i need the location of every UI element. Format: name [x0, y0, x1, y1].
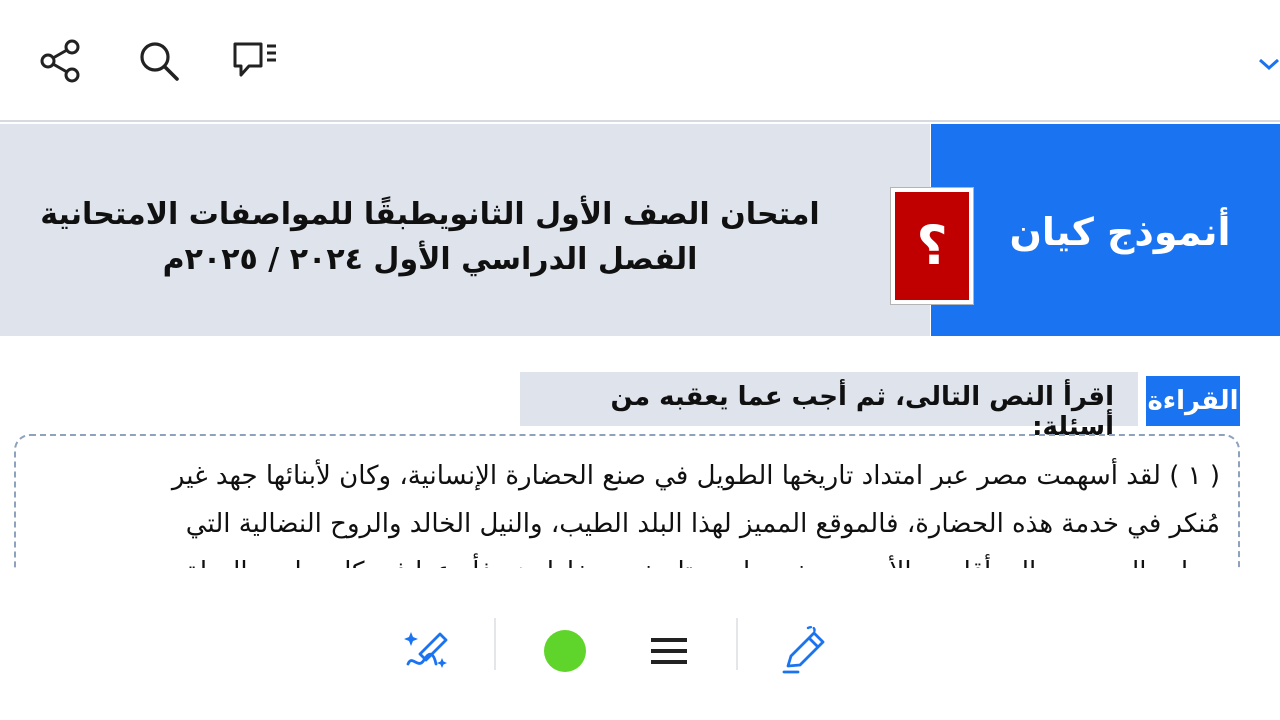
bottom-toolbar — [0, 568, 1280, 720]
chevron-down-icon[interactable] — [1256, 54, 1280, 74]
top-toolbar — [0, 0, 1280, 120]
toolbar-divider — [736, 618, 738, 670]
exam-title-line-1: امتحان الصف الأول الثانويطبقًا للمواصفات… — [40, 197, 820, 232]
search-icon[interactable] — [134, 36, 184, 86]
section-label-reading: القراءة — [1146, 376, 1240, 426]
passage-line: مُنكر في خدمة هذه الحضارة، فالموقع الممي… — [185, 509, 1220, 539]
share-icon[interactable] — [36, 36, 86, 86]
color-swatch[interactable] — [536, 622, 594, 680]
menu-icon[interactable] — [640, 622, 698, 680]
question-mark-badge: ؟ — [891, 188, 973, 304]
pen-icon[interactable] — [776, 622, 834, 680]
green-color-dot — [544, 630, 586, 672]
reading-passage: ( ١ ) لقد أسهمت مصر عبر امتداد تاريخها ا… — [30, 452, 1220, 568]
question-mark-icon: ؟ — [916, 214, 948, 277]
toolbar-divider — [494, 618, 496, 670]
magic-pen-icon[interactable] — [400, 622, 458, 680]
exam-title-line-2: الفصل الدراسي الأول ٢٠٢٤ / ٢٠٢٥م — [162, 242, 698, 277]
comments-icon[interactable] — [230, 36, 280, 86]
model-name: أنموذج كيان — [1009, 210, 1231, 254]
exam-title: امتحان الصف الأول الثانويطبقًا للمواصفات… — [20, 192, 840, 282]
document-page: أنموذج كيان ؟ امتحان الصف الأول الثانويط… — [0, 120, 1280, 568]
instruction-text: اقرأ النص التالى، ثم أجب عما يعقبه من أس… — [520, 372, 1138, 442]
passage-line: ( ١ ) لقد أسهمت مصر عبر امتداد تاريخها ا… — [171, 461, 1220, 491]
passage-line: حملت المصريين إلى أقاصي الأرض ومخرجوا من… — [30, 548, 1220, 568]
